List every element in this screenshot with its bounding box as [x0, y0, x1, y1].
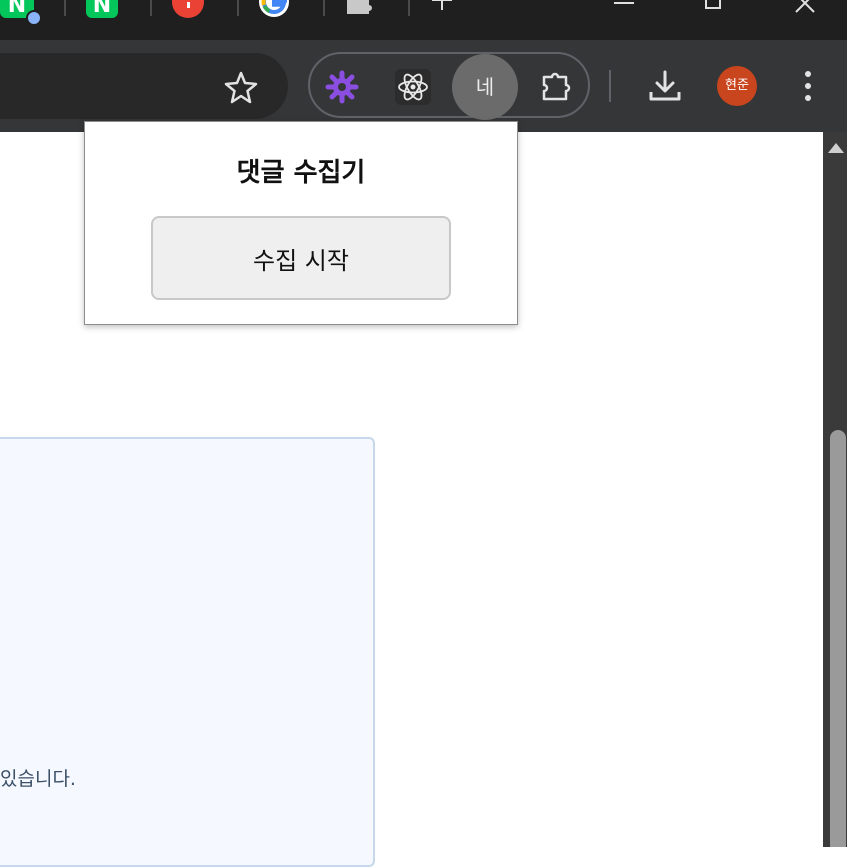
tab-separator [408, 0, 410, 16]
extensions-puzzle-icon[interactable] [538, 67, 578, 107]
restore-icon[interactable] [702, 0, 726, 14]
close-window-icon[interactable] [794, 0, 818, 14]
scrollbar-thumb[interactable] [830, 430, 846, 847]
extension-popup: 댓글 수집기 수집 시작 [84, 121, 518, 325]
more-menu-icon[interactable] [798, 68, 818, 104]
tab-strip: N N [0, 0, 847, 40]
info-panel-text: 있습니다. [0, 768, 76, 790]
download-icon[interactable] [645, 66, 685, 106]
minimize-icon[interactable] [612, 0, 636, 14]
tab-separator [237, 0, 239, 16]
info-panel [0, 437, 375, 867]
react-devtools-icon[interactable] [393, 67, 433, 107]
toolbar-separator [609, 70, 611, 102]
comment-collector-extension-button[interactable]: 네 [452, 54, 518, 120]
tab-separator [323, 0, 325, 16]
gear-extension-icon[interactable] [322, 67, 362, 107]
naver-tab-icon-2[interactable]: N [86, 0, 118, 18]
popup-title: 댓글 수집기 [236, 158, 366, 188]
start-collect-button[interactable]: 수집 시작 [151, 216, 451, 300]
bookmark-star-icon[interactable] [222, 69, 260, 107]
tab-group-dot-icon [26, 10, 42, 26]
google-tab-icon[interactable] [258, 0, 290, 18]
tab-separator [64, 0, 66, 16]
extension-tab-icon[interactable] [345, 0, 375, 14]
scroll-up-arrow-icon[interactable] [828, 143, 844, 153]
profile-avatar[interactable]: 현준 [717, 66, 757, 106]
new-tab-plus-icon[interactable] [432, 0, 452, 10]
tab-separator [150, 0, 152, 16]
alert-tab-icon[interactable] [172, 0, 204, 18]
